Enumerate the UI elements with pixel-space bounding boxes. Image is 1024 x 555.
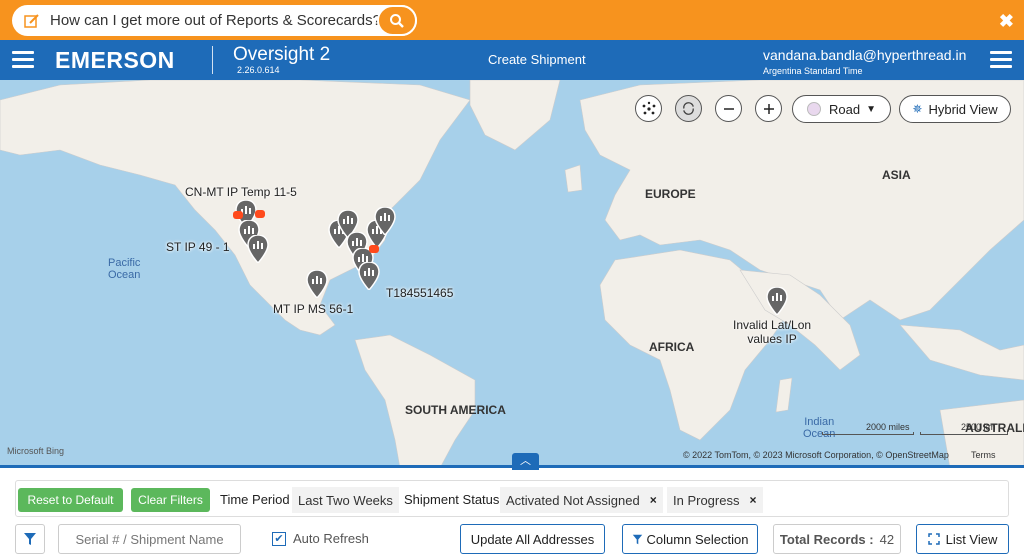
ocean-label-indian-line1: Indian xyxy=(804,416,835,428)
help-question[interactable]: How can I get more out of Reports & Scor… xyxy=(50,12,381,29)
reset-to-default-button[interactable]: Reset to Default xyxy=(18,488,123,512)
shipment-pin[interactable] xyxy=(306,270,328,298)
scale-bar-miles xyxy=(822,432,914,435)
pin-label: CN-MT IP Temp 11-5 xyxy=(185,185,297,199)
serial-search-placeholder: Serial # / Shipment Name xyxy=(75,531,224,547)
serial-search-input[interactable]: Serial # / Shipment Name xyxy=(58,524,241,554)
edit-icon xyxy=(24,13,40,29)
auto-refresh-label: Auto Refresh xyxy=(293,531,369,546)
user-email[interactable]: vandana.bandla@hyperthread.in xyxy=(763,47,966,63)
region-label-south-america: SOUTH AMERICA xyxy=(405,403,506,417)
shipment-status-label: Shipment Status xyxy=(404,492,500,507)
region-label-europe: EUROPE xyxy=(645,187,696,201)
user-timezone: Argentina Standard Time xyxy=(763,66,863,76)
total-records: Total Records : 42 xyxy=(773,524,901,554)
brand-logo: EMERSON xyxy=(55,47,175,73)
zoom-out-icon[interactable] xyxy=(715,95,742,122)
alert-marker[interactable] xyxy=(255,210,265,218)
pin-label-invalid: Invalid Lat/Lon values IP xyxy=(733,318,811,346)
scale-miles: 2000 miles xyxy=(866,422,910,432)
hybrid-view-label: Hybrid View xyxy=(928,101,998,117)
ocean-label-pacific: Pacific Ocean xyxy=(108,257,140,281)
filter-toggle-button[interactable] xyxy=(15,524,45,554)
column-selection-button[interactable]: Column Selection xyxy=(622,524,758,554)
region-label-asia: ASIA xyxy=(882,168,911,182)
hybrid-view-button[interactable]: ✵ Hybrid View xyxy=(899,95,1011,123)
filter-icon xyxy=(632,534,642,544)
shipment-map[interactable]: EUROPE ASIA AFRICA SOUTH AMERICA AUSTRAL… xyxy=(0,80,1024,468)
status-chip[interactable]: Activated Not Assigned × xyxy=(500,487,663,513)
column-selection-label: Column Selection xyxy=(646,531,749,547)
caret-down-icon: ▼ xyxy=(866,103,876,115)
close-icon[interactable]: ✖ xyxy=(999,11,1014,32)
collapse-map-button[interactable]: ︿ xyxy=(512,453,539,470)
terms-link[interactable]: Terms xyxy=(971,450,996,460)
remove-chip-icon[interactable]: × xyxy=(650,493,657,507)
ocean-label-pacific-line1: Pacific xyxy=(108,257,141,269)
pin-label-invalid-line1: Invalid Lat/Lon xyxy=(733,318,812,332)
checkbox-checked-icon[interactable]: ✔ xyxy=(272,531,286,546)
user-menu-icon[interactable] xyxy=(990,51,1012,69)
shipment-pin[interactable] xyxy=(374,207,396,235)
zoom-in-icon[interactable] xyxy=(755,95,782,122)
filter-icon xyxy=(24,533,36,545)
cluster-icon[interactable] xyxy=(635,95,662,122)
search-icon xyxy=(390,13,404,28)
remove-chip-icon[interactable]: × xyxy=(749,493,756,507)
clear-filters-button[interactable]: Clear Filters xyxy=(131,488,210,512)
app-version: 2.26.0.614 xyxy=(237,65,280,75)
pin-label: ST IP 49 - 1 xyxy=(166,240,230,254)
time-period-label: Time Period xyxy=(220,492,290,507)
help-bar: How can I get more out of Reports & Scor… xyxy=(0,0,1024,40)
shipment-pin[interactable] xyxy=(247,235,269,263)
update-all-label: Update All Addresses xyxy=(470,531,595,547)
list-view-label: List View xyxy=(945,531,998,547)
update-all-addresses-button[interactable]: Update All Addresses xyxy=(460,524,605,554)
bottom-toolbar: Serial # / Shipment Name ✔ Auto Refresh … xyxy=(0,524,1024,555)
page-title: Create Shipment xyxy=(488,52,586,67)
rotate-icon[interactable] xyxy=(675,95,702,122)
status-chip-label: Activated Not Assigned xyxy=(506,492,640,508)
list-view-button[interactable]: List View xyxy=(916,524,1009,554)
ocean-label-pacific-line2: Ocean xyxy=(108,269,141,281)
header-divider xyxy=(212,46,213,74)
total-records-value: 42 xyxy=(879,531,895,547)
help-search-box[interactable]: How can I get more out of Reports & Scor… xyxy=(12,5,417,36)
filter-bar: Reset to Default Clear Filters Time Peri… xyxy=(15,480,1009,517)
map-style-dropdown[interactable]: Road ▼ xyxy=(792,95,891,123)
expand-icon: ✵ xyxy=(912,102,923,116)
alert-marker[interactable] xyxy=(369,245,379,253)
shipment-pin[interactable] xyxy=(358,262,380,290)
time-period-value[interactable]: Last Two Weeks xyxy=(292,487,399,513)
ocean-label-indian: Indian Ocean xyxy=(803,416,835,440)
shipment-pin[interactable] xyxy=(766,287,788,315)
road-icon xyxy=(807,102,821,116)
app-header: EMERSON Oversight 2 2.26.0.614 Create Sh… xyxy=(0,40,1024,80)
menu-icon[interactable] xyxy=(12,51,34,69)
app-name: Oversight 2 xyxy=(233,44,331,65)
bing-logo: Microsoft Bing xyxy=(7,446,65,456)
status-chip-label: In Progress xyxy=(673,492,740,508)
expand-icon xyxy=(927,533,940,545)
scale-km: 2500 km xyxy=(961,422,996,432)
total-records-label: Total Records : xyxy=(779,531,874,547)
region-label-africa: AFRICA xyxy=(649,340,695,354)
map-attribution: © 2022 TomTom, © 2023 Microsoft Corporat… xyxy=(683,450,949,460)
alert-marker[interactable] xyxy=(233,211,243,219)
status-chip[interactable]: In Progress × xyxy=(667,487,763,513)
time-period-text: Last Two Weeks xyxy=(298,492,393,508)
world-map-landmass xyxy=(0,80,1024,465)
help-search-button[interactable] xyxy=(377,5,417,36)
pin-label: T184551465 xyxy=(386,286,454,300)
pin-label-invalid-line2: values IP xyxy=(747,332,797,346)
map-style-label: Road xyxy=(829,101,861,117)
auto-refresh-toggle[interactable]: ✔ Auto Refresh xyxy=(272,531,369,546)
pin-label: MT IP MS 56-1 xyxy=(273,302,354,316)
scale-bar-km xyxy=(920,432,1008,435)
